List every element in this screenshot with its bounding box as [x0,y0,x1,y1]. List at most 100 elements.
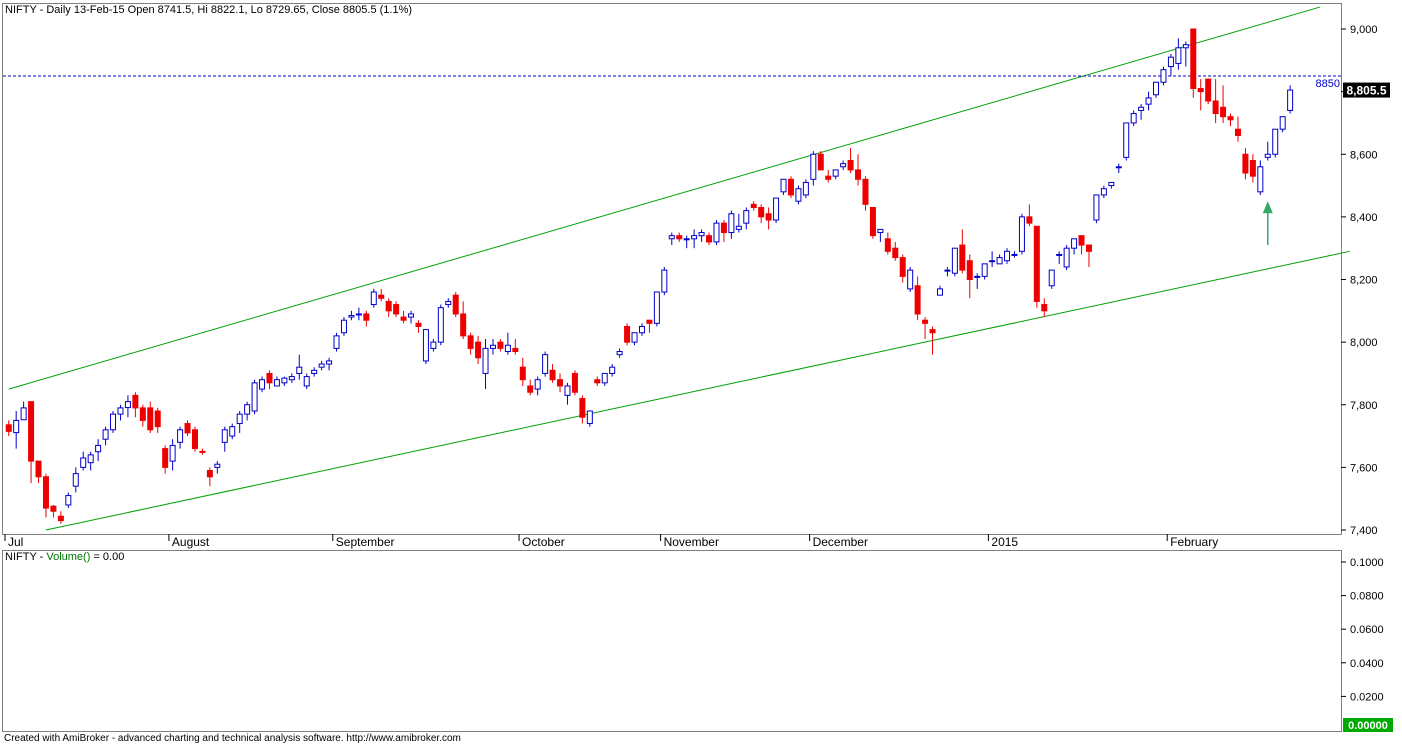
date-axis-label: November [664,535,719,549]
candle-body [1115,166,1122,169]
date-axis-label: December [813,535,868,549]
candle-body [117,407,124,415]
candle [452,292,459,318]
volume-axis: 0.1000 0.0800 0.0600 0.0400 0.0200 [1341,557,1384,703]
last-price-label: 8,805.5 [1346,84,1386,98]
candle-body [1145,97,1152,105]
candle-body [355,313,362,316]
date-axis-label: Jul [8,535,23,549]
candle-body [914,285,921,315]
candle-body [527,385,534,393]
candle [817,151,824,171]
candle [624,323,631,346]
candle-body [594,379,601,384]
price-axis: 7,4007,6007,8008,0008,2008,4008,6008,800… [1341,24,1378,537]
candle-body [87,454,94,464]
candle-body [370,291,377,306]
candle-body [1041,304,1048,312]
candle-body [907,269,914,290]
candle-body [206,470,213,478]
date-axis-label: September [336,535,395,549]
candle-body [758,206,765,218]
candle [1063,245,1070,271]
candle-body [162,448,169,468]
candle-body [13,419,20,434]
candle-body [1138,106,1145,111]
candle-body [840,163,847,168]
candle-body [884,238,891,252]
candle-body [147,407,154,431]
candle-body [482,347,489,374]
candle-body [5,424,12,432]
volume-panel-frame [2,550,1342,732]
candle-body [467,335,474,349]
candle-body [922,319,929,324]
candle-body [408,313,415,318]
candle-body [497,341,504,349]
candle-body [1108,181,1115,187]
candle-body [452,294,459,315]
candle-body [1085,244,1092,252]
chart-root: 8850 NIFTY - Daily 13-Feb-15 Open 8741.5… [2,3,1393,732]
candle-body [1190,28,1197,89]
price-axis-tick-label: 7,800 [1350,400,1378,412]
candle-body [936,288,943,296]
candle [191,426,198,452]
candle-body [348,315,355,318]
price-axis-tick-label: 7,600 [1350,462,1378,474]
candle-body [311,369,318,374]
candle-body [1004,250,1011,262]
candle-body [601,372,608,384]
candle-body [318,363,325,368]
candle-body [95,444,102,453]
candle [110,411,117,433]
candle-body [1205,78,1212,102]
candle-body [1063,247,1070,268]
candle-body [571,372,578,393]
candle [713,220,720,246]
price-axis-tick-label: 8,400 [1350,212,1378,224]
date-axis-label: February [1170,535,1218,549]
price-panel-header: NIFTY - Daily 13-Feb-15 Open 8741.5, Hi … [5,4,412,16]
candle-body [102,429,109,440]
candle-body [668,235,675,240]
candle-body [1100,188,1107,196]
candle-body [1033,225,1040,302]
candle-body [646,319,653,324]
candle-body [221,429,228,443]
date-axis: Jul August September October November Decembe… [4,534,1218,549]
candle [437,304,444,346]
candle-body [1153,81,1160,96]
candle-body [832,169,839,177]
last-price-marker: 8,805.5 [1343,82,1390,98]
candle-body [169,444,176,462]
candle-body [281,377,288,384]
candle [1093,194,1100,224]
candle-body [1257,166,1264,193]
candle [333,332,340,352]
candle [542,351,549,377]
candle-body [1071,238,1078,249]
candle [802,179,809,199]
candle [661,266,668,296]
candle [340,317,347,336]
candle-body [616,351,623,356]
candle [571,370,578,396]
candle-body [869,206,876,237]
candle-body [966,260,973,280]
candle-body [177,429,184,443]
last-volume-marker: 0.00000 [1343,718,1393,732]
volume-axis-tick-label: 0.0200 [1350,691,1384,703]
candle-body [475,341,482,359]
candle-body [489,344,496,349]
footer-credit: Created with AmiBroker - advanced charti… [4,733,461,744]
candle-body [154,410,161,428]
candle-body [773,197,780,221]
candle-body [609,366,616,374]
candle-body [631,332,638,343]
candle-body [549,369,556,381]
candle-body [795,188,802,202]
candle [1123,122,1130,161]
candle-body [437,307,444,343]
candle-body [579,397,586,418]
